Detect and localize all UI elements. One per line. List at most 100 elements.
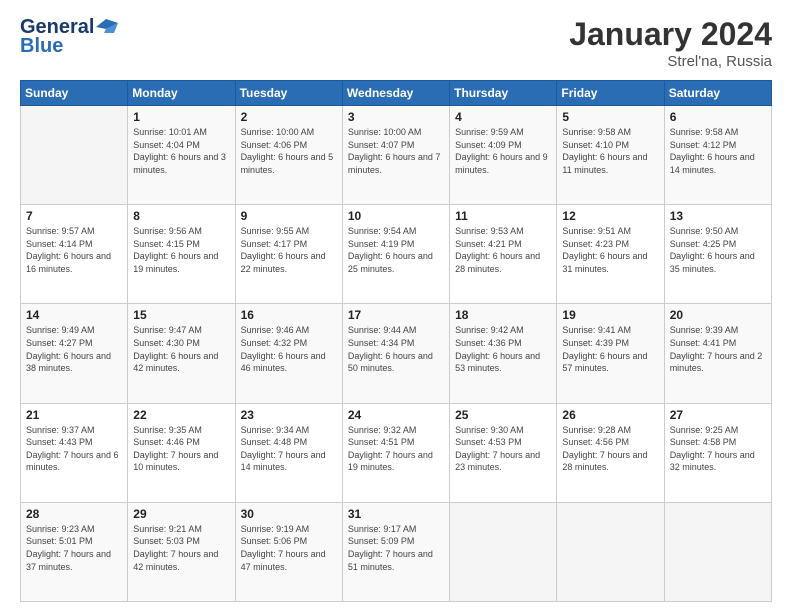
- day-info: Sunrise: 9:58 AMSunset: 4:10 PMDaylight:…: [562, 126, 658, 176]
- day-info: Sunrise: 9:55 AMSunset: 4:17 PMDaylight:…: [241, 225, 337, 275]
- calendar-week-0: 1 Sunrise: 10:01 AMSunset: 4:04 PMDayligh…: [21, 106, 772, 205]
- calendar-header-row: Sunday Monday Tuesday Wednesday Thursday…: [21, 81, 772, 106]
- day-number: 8: [133, 209, 229, 223]
- day-number: 26: [562, 408, 658, 422]
- calendar-cell: 27 Sunrise: 9:25 AMSunset: 4:58 PMDayligh…: [664, 403, 771, 502]
- calendar-cell: 14 Sunrise: 9:49 AMSunset: 4:27 PMDayligh…: [21, 304, 128, 403]
- day-number: 20: [670, 308, 766, 322]
- calendar-cell: 11Sunrise: 9:53 AMSunset: 4:21 PMDayligh…: [450, 205, 557, 304]
- calendar-cell: 31 Sunrise: 9:17 AMSunset: 5:09 PMDayligh…: [342, 502, 449, 601]
- calendar-cell: [450, 502, 557, 601]
- day-info: Sunrise: 9:17 AMSunset: 5:09 PMDaylight:…: [348, 523, 444, 573]
- day-info: Sunrise: 9:23 AMSunset: 5:01 PMDaylight:…: [26, 523, 122, 573]
- calendar-cell: 12 Sunrise: 9:51 AMSunset: 4:23 PMDayligh…: [557, 205, 664, 304]
- day-info: Sunrise: 9:25 AMSunset: 4:58 PMDaylight:…: [670, 424, 766, 474]
- day-info: Sunrise: 10:01 AMSunset: 4:04 PMDaylight…: [133, 126, 229, 176]
- page-title: January 2024: [569, 16, 772, 53]
- day-info: Sunrise: 9:39 AMSunset: 4:41 PMDaylight:…: [670, 324, 766, 374]
- day-number: 19: [562, 308, 658, 322]
- header-wednesday: Wednesday: [342, 81, 449, 106]
- day-number: 17: [348, 308, 444, 322]
- calendar-cell: 10 Sunrise: 9:54 AMSunset: 4:19 PMDayligh…: [342, 205, 449, 304]
- calendar-cell: 23 Sunrise: 9:34 AMSunset: 4:48 PMDayligh…: [235, 403, 342, 502]
- calendar-cell: 7Sunrise: 9:57 AMSunset: 4:14 PMDaylight…: [21, 205, 128, 304]
- day-number: 14: [26, 308, 122, 322]
- calendar-week-4: 28 Sunrise: 9:23 AMSunset: 5:01 PMDayligh…: [21, 502, 772, 601]
- calendar-cell: 2 Sunrise: 10:00 AMSunset: 4:06 PMDayligh…: [235, 106, 342, 205]
- calendar-cell: [664, 502, 771, 601]
- title-block: January 2024 Strel'na, Russia: [569, 16, 772, 70]
- day-number: 31: [348, 507, 444, 521]
- calendar-cell: 3 Sunrise: 10:00 AMSunset: 4:07 PMDayligh…: [342, 106, 449, 205]
- calendar-cell: 5 Sunrise: 9:58 AMSunset: 4:10 PMDaylight…: [557, 106, 664, 205]
- day-number: 27: [670, 408, 766, 422]
- day-info: Sunrise: 9:44 AMSunset: 4:34 PMDaylight:…: [348, 324, 444, 374]
- day-number: 18: [455, 308, 551, 322]
- calendar-cell: 15 Sunrise: 9:47 AMSunset: 4:30 PMDayligh…: [128, 304, 235, 403]
- day-number: 7: [26, 209, 122, 223]
- calendar-cell: 25 Sunrise: 9:30 AMSunset: 4:53 PMDayligh…: [450, 403, 557, 502]
- calendar-cell: 21Sunrise: 9:37 AMSunset: 4:43 PMDayligh…: [21, 403, 128, 502]
- header-monday: Monday: [128, 81, 235, 106]
- calendar-cell: 20 Sunrise: 9:39 AMSunset: 4:41 PMDayligh…: [664, 304, 771, 403]
- calendar-cell: 29 Sunrise: 9:21 AMSunset: 5:03 PMDayligh…: [128, 502, 235, 601]
- day-info: Sunrise: 9:46 AMSunset: 4:32 PMDaylight:…: [241, 324, 337, 374]
- day-info: Sunrise: 9:28 AMSunset: 4:56 PMDaylight:…: [562, 424, 658, 474]
- calendar-cell: [557, 502, 664, 601]
- calendar-cell: 26 Sunrise: 9:28 AMSunset: 4:56 PMDayligh…: [557, 403, 664, 502]
- calendar-cell: 13 Sunrise: 9:50 AMSunset: 4:25 PMDayligh…: [664, 205, 771, 304]
- logo-blue: Blue: [20, 35, 63, 58]
- calendar-week-1: 7Sunrise: 9:57 AMSunset: 4:14 PMDaylight…: [21, 205, 772, 304]
- day-number: 29: [133, 507, 229, 521]
- day-number: 9: [241, 209, 337, 223]
- header-sunday: Sunday: [21, 81, 128, 106]
- day-number: 2: [241, 110, 337, 124]
- header-friday: Friday: [557, 81, 664, 106]
- day-info: Sunrise: 10:00 AMSunset: 4:07 PMDaylight…: [348, 126, 444, 176]
- day-number: 12: [562, 209, 658, 223]
- day-info: Sunrise: 9:30 AMSunset: 4:53 PMDaylight:…: [455, 424, 551, 474]
- day-number: 24: [348, 408, 444, 422]
- day-info: Sunrise: 9:51 AMSunset: 4:23 PMDaylight:…: [562, 225, 658, 275]
- day-info: Sunrise: 9:41 AMSunset: 4:39 PMDaylight:…: [562, 324, 658, 374]
- day-number: 23: [241, 408, 337, 422]
- calendar-cell: 8 Sunrise: 9:56 AMSunset: 4:15 PMDaylight…: [128, 205, 235, 304]
- header-saturday: Saturday: [664, 81, 771, 106]
- calendar-cell: 17 Sunrise: 9:44 AMSunset: 4:34 PMDayligh…: [342, 304, 449, 403]
- calendar-cell: [21, 106, 128, 205]
- header-tuesday: Tuesday: [235, 81, 342, 106]
- day-number: 25: [455, 408, 551, 422]
- calendar-cell: 9 Sunrise: 9:55 AMSunset: 4:17 PMDaylight…: [235, 205, 342, 304]
- day-number: 13: [670, 209, 766, 223]
- calendar-cell: 18Sunrise: 9:42 AMSunset: 4:36 PMDayligh…: [450, 304, 557, 403]
- day-number: 5: [562, 110, 658, 124]
- day-number: 10: [348, 209, 444, 223]
- day-info: Sunrise: 9:54 AMSunset: 4:19 PMDaylight:…: [348, 225, 444, 275]
- calendar-cell: 19 Sunrise: 9:41 AMSunset: 4:39 PMDayligh…: [557, 304, 664, 403]
- logo-bird-icon: [96, 19, 118, 35]
- day-info: Sunrise: 10:00 AMSunset: 4:06 PMDaylight…: [241, 126, 337, 176]
- day-number: 1: [133, 110, 229, 124]
- calendar-cell: 4 Sunrise: 9:59 AMSunset: 4:09 PMDaylight…: [450, 106, 557, 205]
- day-number: 28: [26, 507, 122, 521]
- day-info: Sunrise: 9:47 AMSunset: 4:30 PMDaylight:…: [133, 324, 229, 374]
- calendar-cell: 16 Sunrise: 9:46 AMSunset: 4:32 PMDayligh…: [235, 304, 342, 403]
- day-number: 15: [133, 308, 229, 322]
- day-info: Sunrise: 9:49 AMSunset: 4:27 PMDaylight:…: [26, 324, 122, 374]
- day-info: Sunrise: 9:32 AMSunset: 4:51 PMDaylight:…: [348, 424, 444, 474]
- day-number: 11: [455, 209, 551, 223]
- calendar-week-2: 14 Sunrise: 9:49 AMSunset: 4:27 PMDayligh…: [21, 304, 772, 403]
- day-info: Sunrise: 9:19 AMSunset: 5:06 PMDaylight:…: [241, 523, 337, 573]
- day-number: 16: [241, 308, 337, 322]
- day-info: Sunrise: 9:50 AMSunset: 4:25 PMDaylight:…: [670, 225, 766, 275]
- day-info: Sunrise: 9:21 AMSunset: 5:03 PMDaylight:…: [133, 523, 229, 573]
- calendar-cell: 28 Sunrise: 9:23 AMSunset: 5:01 PMDayligh…: [21, 502, 128, 601]
- day-info: Sunrise: 9:34 AMSunset: 4:48 PMDaylight:…: [241, 424, 337, 474]
- page: General Blue January 2024 Strel'na, Russ…: [0, 0, 792, 612]
- logo: General Blue: [20, 16, 118, 58]
- day-number: 3: [348, 110, 444, 124]
- day-info: Sunrise: 9:56 AMSunset: 4:15 PMDaylight:…: [133, 225, 229, 275]
- day-info: Sunrise: 9:59 AMSunset: 4:09 PMDaylight:…: [455, 126, 551, 176]
- day-number: 4: [455, 110, 551, 124]
- calendar-table: Sunday Monday Tuesday Wednesday Thursday…: [20, 80, 772, 602]
